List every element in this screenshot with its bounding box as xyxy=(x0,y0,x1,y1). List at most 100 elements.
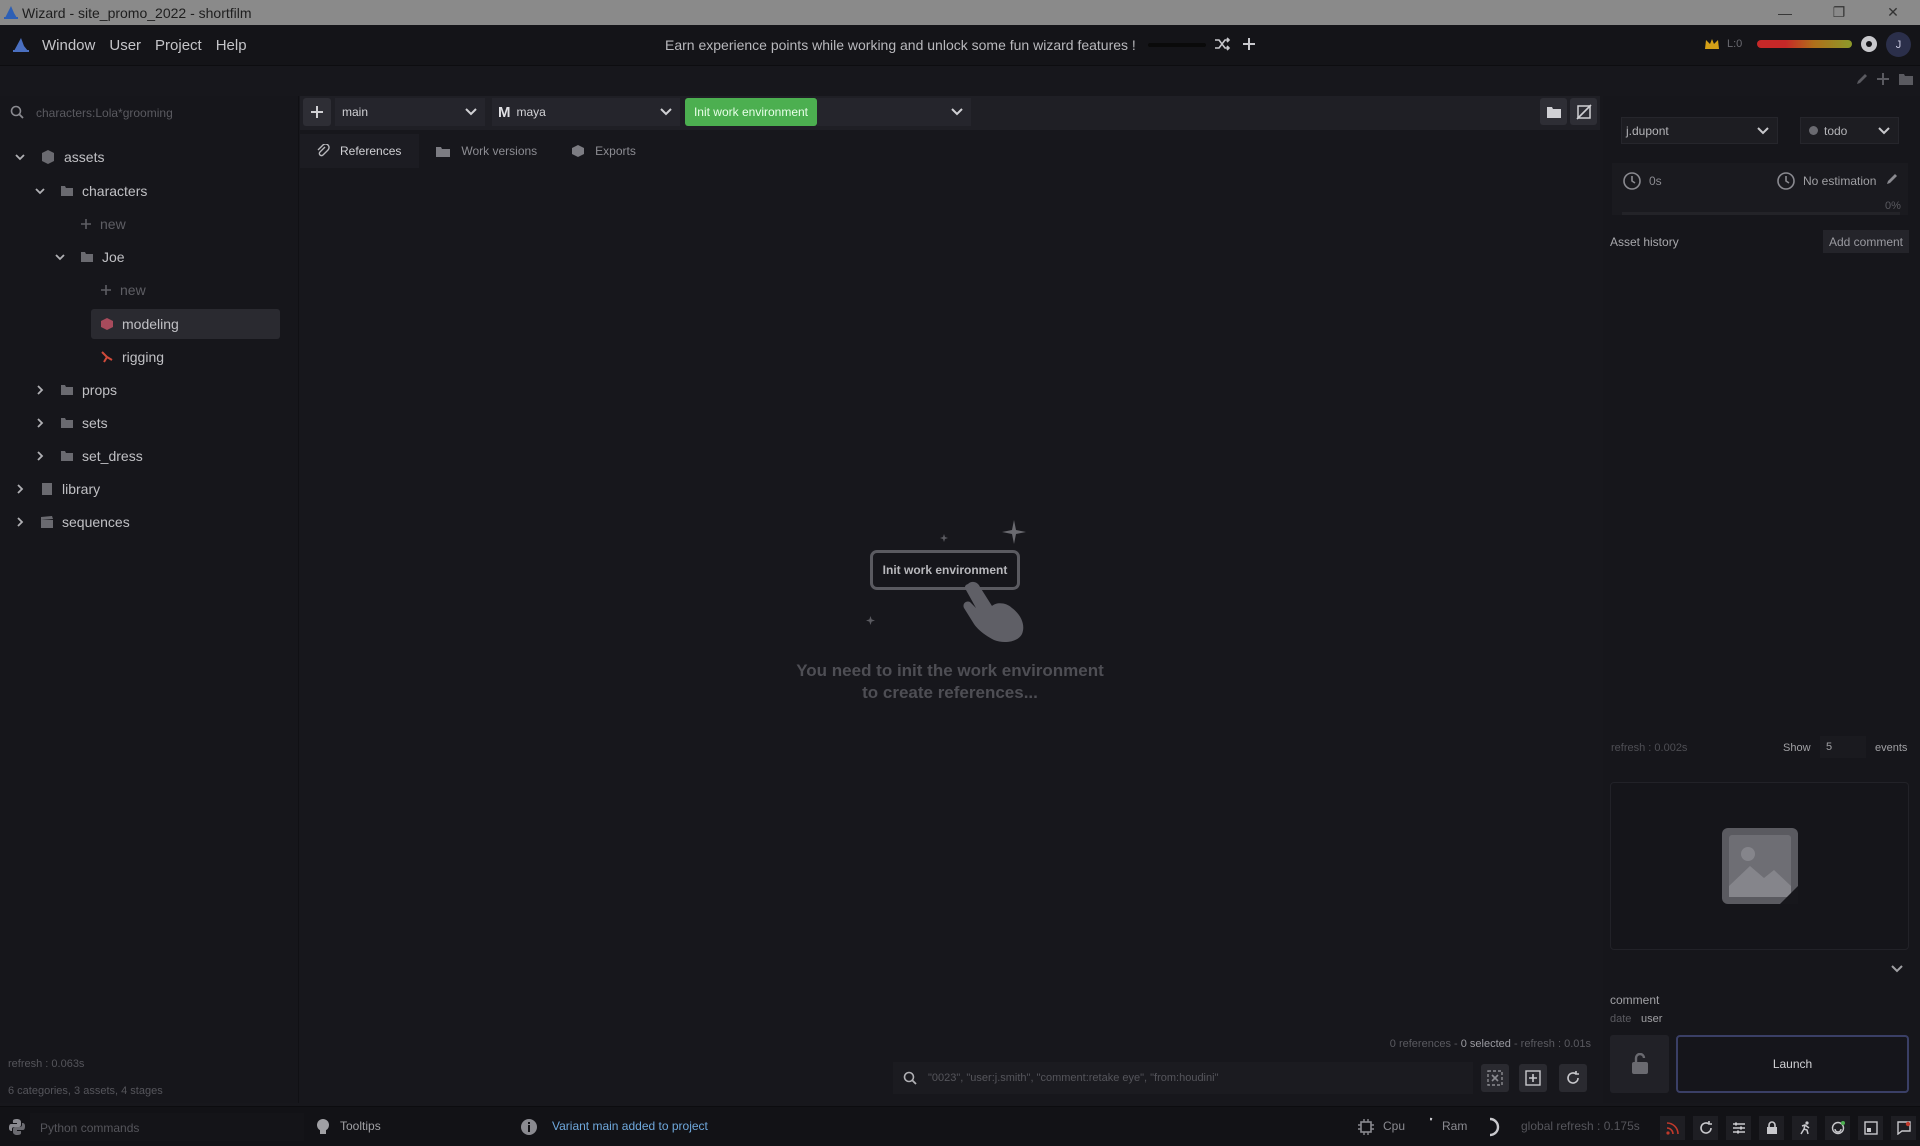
reference-filter-input[interactable]: "0023", "user:j.smith", "comment:retake … xyxy=(893,1062,1473,1094)
open-folder-button[interactable] xyxy=(1540,98,1567,125)
plus-icon xyxy=(311,106,323,118)
tree-search[interactable]: characters:Lola*grooming xyxy=(0,96,299,128)
tree-item-new-stage[interactable]: new xyxy=(100,276,146,304)
tree-item-modeling[interactable]: modeling xyxy=(100,310,179,338)
tree-item-new-character[interactable]: new xyxy=(80,210,126,238)
python-command-input[interactable]: Python commands xyxy=(30,1113,304,1141)
folder-icon xyxy=(61,451,73,461)
tab-work-versions[interactable]: Work versions xyxy=(419,134,555,168)
tab-label: References xyxy=(340,144,402,158)
tree-label: set_dress xyxy=(82,448,143,464)
sliders-icon[interactable] xyxy=(1726,1116,1751,1140)
python-icon xyxy=(8,1118,26,1136)
maximize-button[interactable]: ❐ xyxy=(1812,0,1866,25)
time-tracking xyxy=(1612,163,1908,215)
chevron-right-icon xyxy=(37,418,44,428)
reload-icon[interactable] xyxy=(1693,1116,1718,1140)
edit-icon[interactable] xyxy=(1855,72,1869,86)
asset-history-title: Asset history xyxy=(1610,235,1679,249)
menu-project[interactable]: Project xyxy=(155,37,202,54)
stage-state-select[interactable]: todo xyxy=(1800,117,1899,144)
xp-slider[interactable] xyxy=(1148,43,1206,47)
tree-item-assets[interactable]: assets xyxy=(14,143,104,171)
tree-search-placeholder: characters:Lola*grooming xyxy=(36,106,173,120)
software-select[interactable]: M maya xyxy=(492,98,680,126)
tree-item-library[interactable]: library xyxy=(14,475,100,503)
estimation-clock-icon xyxy=(1776,171,1796,191)
add-comment-button[interactable]: Add comment xyxy=(1823,230,1909,253)
smiley-icon[interactable] xyxy=(1825,1116,1850,1140)
events-label: events xyxy=(1875,742,1908,754)
work-env-dropdown[interactable] xyxy=(817,98,971,126)
plus-icon[interactable] xyxy=(1876,72,1890,86)
tree-label: new xyxy=(100,216,126,232)
add-reference-button[interactable] xyxy=(1519,1064,1547,1092)
refresh-icon xyxy=(1567,1071,1579,1084)
add-variant-button[interactable] xyxy=(303,98,331,126)
empty-state-line-2: to create references... xyxy=(862,683,1038,702)
tree-item-sets[interactable]: sets xyxy=(34,409,108,437)
ram-gauge xyxy=(1480,1117,1500,1137)
refresh-references-button[interactable] xyxy=(1559,1064,1587,1092)
launch-button[interactable]: Launch xyxy=(1676,1035,1909,1093)
cpu-gauge xyxy=(1420,1117,1440,1137)
chevron-down-icon xyxy=(660,108,672,116)
chevron-down-icon xyxy=(1878,127,1890,135)
init-work-environment-button[interactable]: Init work environment xyxy=(685,98,817,126)
status-message: Variant main added to project xyxy=(552,1119,708,1133)
feed-icon[interactable] xyxy=(1660,1116,1685,1140)
remove-selection-button[interactable] xyxy=(1481,1064,1509,1092)
running-man-icon[interactable] xyxy=(1792,1116,1817,1140)
separator: - xyxy=(1510,1038,1521,1050)
notifications-icon[interactable] xyxy=(1891,1116,1916,1140)
tree-label: sequences xyxy=(62,514,130,530)
shuffle-icon[interactable] xyxy=(1213,35,1231,53)
tab-exports[interactable]: Exports xyxy=(555,134,654,168)
tree-item-sequences[interactable]: sequences xyxy=(14,508,130,536)
tree-item-characters[interactable]: characters xyxy=(34,177,147,205)
menu-window[interactable]: Window xyxy=(42,37,95,54)
plus-icon xyxy=(101,285,111,295)
events-count-input[interactable]: 5 xyxy=(1820,736,1866,758)
info-icon xyxy=(520,1118,538,1136)
menu-user[interactable]: User xyxy=(109,37,141,54)
settings-badge-icon[interactable] xyxy=(1860,35,1878,53)
stage-state-value: todo xyxy=(1824,123,1848,138)
chevron-right-icon xyxy=(17,484,24,494)
comment-label: comment xyxy=(1610,993,1660,1007)
lightbulb-icon[interactable] xyxy=(316,1118,330,1136)
tree-item-joe[interactable]: Joe xyxy=(54,243,125,271)
tooltips-toggle[interactable]: Tooltips xyxy=(340,1119,381,1133)
tree-label: assets xyxy=(64,149,105,165)
edit-estimation-icon[interactable] xyxy=(1885,172,1899,186)
tree-item-rigging[interactable]: rigging xyxy=(100,343,164,371)
date-label: date xyxy=(1610,1013,1632,1025)
tree-item-set-dress[interactable]: set_dress xyxy=(34,442,143,470)
software-value: maya xyxy=(516,105,546,119)
expand-chevron-icon[interactable] xyxy=(1890,964,1904,974)
folder-icon[interactable] xyxy=(1898,72,1914,86)
xp-banner: Earn experience points while working and… xyxy=(665,37,1136,53)
add-icon[interactable] xyxy=(1240,35,1258,53)
folder-icon xyxy=(1546,106,1561,118)
assigned-user-select[interactable]: j.dupont xyxy=(1621,117,1778,144)
python-placeholder: Python commands xyxy=(40,1121,140,1135)
lock-icon[interactable] xyxy=(1759,1116,1784,1140)
selected-count: 0 selected xyxy=(1460,1038,1511,1050)
tree-item-props[interactable]: props xyxy=(34,376,117,404)
menu-help[interactable]: Help xyxy=(216,37,247,54)
unlock-icon xyxy=(1631,1053,1648,1074)
user-avatar[interactable]: J xyxy=(1886,32,1911,57)
window-titlebar: Wizard - site_promo_2022 - shortfilm — ❐… xyxy=(0,0,1920,25)
variant-select[interactable]: main xyxy=(335,98,485,126)
toggle-view-button[interactable] xyxy=(1570,98,1597,125)
close-button[interactable]: ✕ xyxy=(1866,0,1920,25)
add-box-icon xyxy=(1525,1070,1541,1086)
image-placeholder-icon xyxy=(1720,826,1800,906)
lock-button[interactable] xyxy=(1610,1035,1669,1093)
layout-icon[interactable] xyxy=(1858,1116,1883,1140)
tab-references[interactable]: References xyxy=(300,134,420,168)
minimize-button[interactable]: — xyxy=(1758,0,1812,25)
small-sparkle-icon xyxy=(866,616,875,625)
window-title: Wizard - site_promo_2022 - shortfilm xyxy=(22,5,252,21)
